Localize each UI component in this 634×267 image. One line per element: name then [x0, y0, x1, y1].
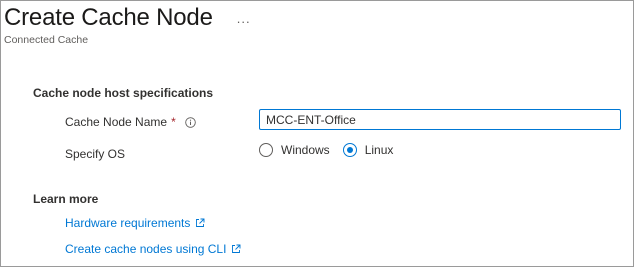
- os-option-windows[interactable]: Windows: [259, 143, 330, 157]
- os-option-linux-label: Linux: [364, 143, 394, 157]
- more-options-button[interactable]: ...: [237, 12, 251, 25]
- create-cache-nodes-cli-link-text: Create cache nodes using CLI: [65, 242, 227, 256]
- os-option-windows-label: Windows: [281, 143, 330, 157]
- external-link-icon: [195, 218, 205, 228]
- cache-node-name-label: Cache Node Name *: [65, 115, 196, 129]
- page-subtitle: Connected Cache: [4, 34, 89, 46]
- page-title: Create Cache Node: [4, 4, 213, 31]
- host-specifications-heading: Cache node host specifications: [33, 86, 214, 100]
- cache-node-name-label-text: Cache Node Name: [65, 115, 168, 129]
- create-cache-nodes-cli-link[interactable]: Create cache nodes using CLI: [65, 242, 241, 256]
- required-indicator: *: [171, 115, 176, 129]
- specify-os-label: Specify OS: [65, 147, 125, 161]
- hardware-requirements-link-text: Hardware requirements: [65, 216, 191, 230]
- radio-linux[interactable]: [342, 143, 357, 157]
- hardware-requirements-link[interactable]: Hardware requirements: [65, 216, 205, 230]
- radio-windows[interactable]: [259, 143, 273, 157]
- os-radio-group: Windows Linux: [259, 143, 406, 157]
- os-option-linux[interactable]: Linux: [342, 143, 394, 157]
- learn-more-heading: Learn more: [33, 192, 99, 206]
- create-cache-node-panel: Create Cache Node ... Connected Cache Ca…: [0, 0, 634, 267]
- page-header: Create Cache Node ... Connected Cache: [4, 4, 251, 46]
- cache-node-name-input[interactable]: [259, 109, 621, 130]
- radio-selected-dot: [346, 147, 353, 153]
- specify-os-label-text: Specify OS: [65, 147, 126, 161]
- info-icon[interactable]: [184, 116, 196, 128]
- external-link-icon: [231, 244, 241, 254]
- title-row: Create Cache Node ...: [4, 4, 251, 32]
